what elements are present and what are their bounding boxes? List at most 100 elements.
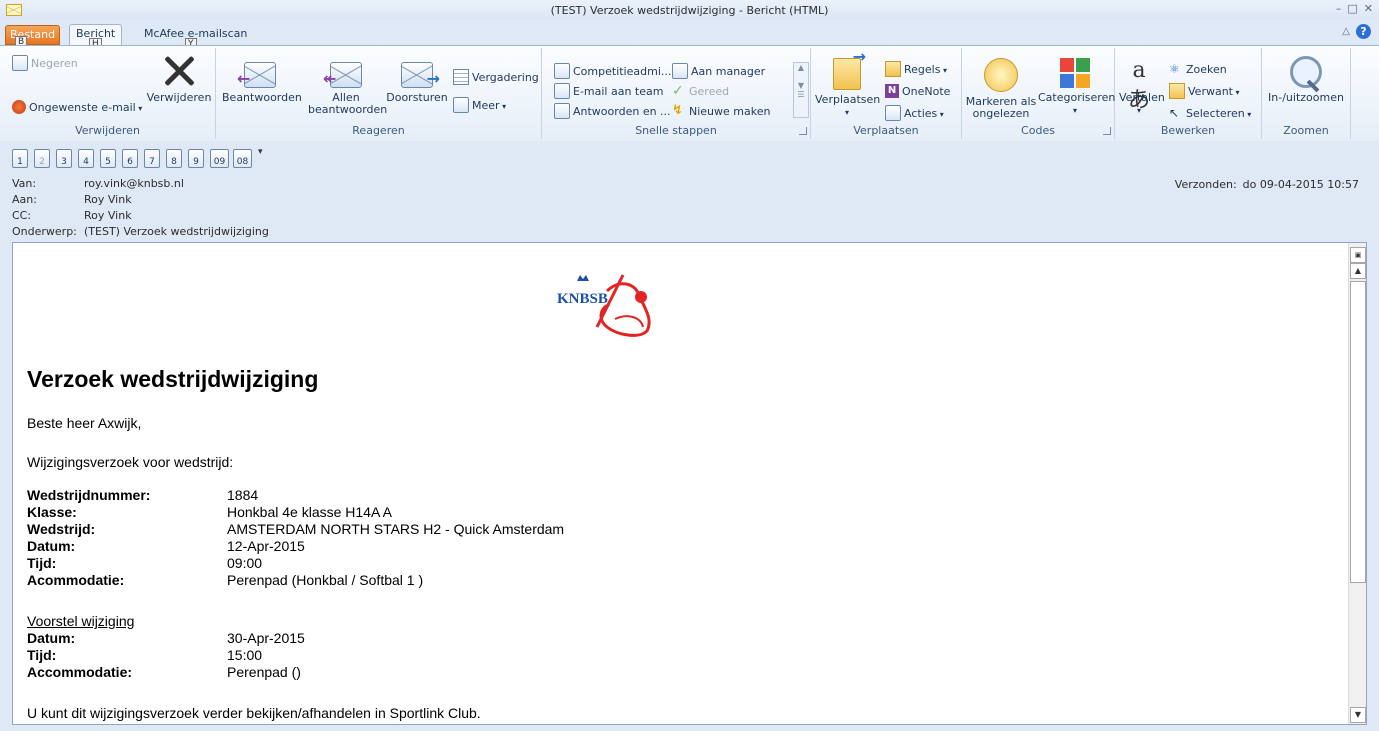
reply-icon: ←: [237, 62, 276, 88]
translate-button[interactable]: aあ Vertalen ▾: [1119, 56, 1165, 117]
reply-button[interactable]: ← Beantwoorden: [222, 62, 302, 104]
delete-quick-icon[interactable]: 08: [233, 149, 252, 168]
group-edit: aあ Vertalen▾ ⚛ Zoeken Verwant ↖ Selecter…: [1115, 48, 1262, 139]
junk-icon: [12, 100, 26, 114]
onenote-icon: N: [885, 84, 899, 98]
next-icon[interactable]: 5: [100, 149, 116, 168]
select-button[interactable]: ↖ Selecteren: [1169, 104, 1251, 122]
reply-all-button[interactable]: ↞ Allen beantwoorden: [308, 62, 387, 116]
scroll-down-button[interactable]: ▼: [1350, 707, 1366, 723]
forward-button[interactable]: → Doorsturen: [382, 62, 452, 104]
find-button[interactable]: ⚛ Zoeken: [1169, 60, 1227, 78]
proposal-title: Voorstel wijziging: [27, 613, 135, 629]
related-icon: [1169, 83, 1185, 99]
proposal-details: Datum: 30-Apr-2015 Tijd: 15:00 Accommodati…: [27, 630, 305, 681]
group-label-quicksteps: Snelle stappen: [635, 124, 717, 137]
meeting-button[interactable]: Vergadering: [453, 68, 539, 86]
previous-icon[interactable]: 4: [78, 149, 94, 168]
mark-unread-icon: [984, 58, 1018, 92]
reply-all-quick-icon[interactable]: 8: [166, 149, 182, 168]
move-button[interactable]: Verplaatsen▾: [815, 51, 880, 119]
quicksteps-launcher-icon[interactable]: [799, 127, 807, 135]
rules-button[interactable]: Regels: [885, 60, 947, 78]
proposal-row: Accommodatie: Perenpad (): [27, 664, 301, 680]
quickstep-competitieadmin[interactable]: Competitieadmi...: [554, 62, 671, 80]
cc-value[interactable]: Roy Vink: [84, 209, 132, 222]
group-label-move: Verplaatsen: [853, 124, 919, 137]
tags-launcher-icon[interactable]: [1103, 127, 1111, 135]
meeting-quick-icon[interactable]: 09: [210, 149, 229, 168]
quickstep-create-new[interactable]: ↯ Nieuwe maken: [672, 102, 770, 120]
categorize-button[interactable]: Categoriseren ▾: [1038, 58, 1115, 117]
tab-file[interactable]: Bestand: [5, 25, 61, 45]
vertical-scrollbar[interactable]: ▣ ▲ ▼: [1348, 243, 1366, 724]
print-icon[interactable]: 6: [122, 149, 138, 168]
detail-row: Wedstrijdnummer: 1884: [27, 487, 259, 503]
scroll-pin-icon[interactable]: ▣: [1350, 247, 1366, 263]
onenote-button[interactable]: N OneNote: [885, 82, 950, 100]
minimize-ribbon-icon[interactable]: △: [1342, 26, 1350, 37]
message-body[interactable]: KNBSB Verzoek wedstrijdwijziging Beste h…: [12, 242, 1367, 725]
reply-all-icon: ↞: [323, 62, 362, 88]
window-title: (TEST) Verzoek wedstrijdwijziging - Beri…: [550, 3, 829, 17]
quickstep-reply-delete[interactable]: Antwoorden en ...: [554, 102, 671, 120]
restore-button[interactable]: □: [1347, 2, 1357, 15]
redo-icon[interactable]: 3: [56, 149, 72, 168]
ignore-button[interactable]: Negeren: [12, 54, 78, 72]
help-icon[interactable]: ?: [1356, 24, 1371, 39]
intro: Wijzigingsverzoek voor wedstrijd:: [27, 454, 234, 470]
detail-row: Wedstrijd: AMSTERDAM NORTH STARS H2 - Qui…: [27, 521, 565, 537]
mark-unread-button[interactable]: Markeren als ongelezen: [964, 58, 1038, 120]
greeting: Beste heer Axwijk,: [27, 415, 142, 431]
ribbon-tabs: Bestand B Bericht H McAfee e-mailscan Y …: [0, 20, 1379, 51]
message-headers: Van: roy.vink@knbsb.nl Aan: Roy Vink CC: Ro…: [0, 174, 1379, 241]
group-label-tags: Codes: [1021, 124, 1055, 137]
subject-row: Onderwerp: (TEST) Verzoek wedstrijdwijzig…: [12, 225, 269, 238]
scroll-thumb[interactable]: [1350, 281, 1366, 583]
delete-button[interactable]: Verwijderen: [146, 54, 212, 104]
zoom-button[interactable]: In-/uitzoomen: [1264, 56, 1348, 104]
reply-quick-icon[interactable]: 7: [144, 149, 160, 168]
quickstep-icon: [554, 63, 570, 79]
scroll-up-button[interactable]: ▲: [1350, 263, 1366, 279]
more-button[interactable]: Meer: [453, 96, 506, 114]
reply-delete-icon: [554, 103, 570, 119]
minimize-button[interactable]: –: [1336, 2, 1342, 15]
ignore-icon: [12, 55, 28, 71]
logo-text: KNBSB: [557, 291, 608, 307]
from-value[interactable]: roy.vink@knbsb.nl: [84, 177, 184, 190]
forward-quick-icon[interactable]: 9: [188, 149, 204, 168]
cursor-icon: ↖: [1169, 106, 1180, 120]
lightning-icon: ↯: [672, 103, 683, 118]
subject-value: (TEST) Verzoek wedstrijdwijziging: [84, 225, 269, 238]
quickstep-done[interactable]: ✓ Gereed: [672, 82, 729, 100]
quicksteps-scroll[interactable]: ▲ ▼ ☰: [793, 62, 809, 118]
undo-icon[interactable]: 2: [34, 149, 50, 168]
to-value[interactable]: Roy Vink: [84, 193, 132, 206]
group-move: Verplaatsen▾ Regels N OneNote Acties Ver…: [811, 48, 962, 139]
match-details: Wedstrijdnummer: 1884 Klasse: Honkbal 4e k…: [27, 487, 564, 589]
customize-toolbar-icon[interactable]: ▾: [258, 147, 263, 157]
save-icon[interactable]: 1: [12, 149, 28, 168]
quickstep-to-manager[interactable]: Aan manager: [672, 62, 765, 80]
more-icon: [453, 97, 469, 113]
calendar-icon: [453, 69, 469, 85]
close-button[interactable]: ✕: [1364, 2, 1373, 15]
rules-icon: [885, 61, 901, 77]
knbsb-logo: KNBSB: [557, 261, 667, 341]
footer-text: U kunt dit wijzigingsverzoek verder beki…: [27, 705, 481, 721]
actions-button[interactable]: Acties: [885, 104, 944, 122]
related-button[interactable]: Verwant: [1169, 82, 1240, 100]
detail-row: Klasse: Honkbal 4e klasse H14A A: [27, 504, 392, 520]
categorize-icon: [1060, 58, 1090, 88]
email-team-icon: [554, 83, 570, 99]
move-folder-icon: [833, 51, 866, 90]
detail-row: Acommodatie: Perenpad (Honkbal / Softbal …: [27, 572, 424, 588]
junk-button[interactable]: Ongewenste e-mail: [12, 98, 142, 116]
group-label-respond: Reageren: [352, 124, 405, 137]
sent-row: Verzonden: do 09-04-2015 10:57: [1174, 178, 1359, 191]
cc-row: CC: Roy Vink: [12, 209, 132, 222]
quickstep-email-team[interactable]: E-mail aan team: [554, 82, 663, 100]
title-bar: (TEST) Verzoek wedstrijdwijziging - Beri…: [0, 0, 1379, 20]
envelope-icon: [6, 4, 22, 16]
